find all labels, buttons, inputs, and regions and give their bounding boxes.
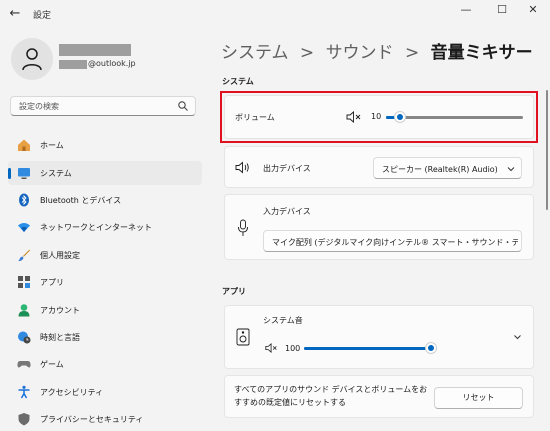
bluetooth-icon: [19, 193, 29, 207]
input-device-value: マイク配列 (デジタルマイク向けインテル® スマート・サウンド・テクノロジー): [272, 238, 518, 247]
nav-label: 個人用設定: [40, 251, 80, 260]
slider-thumb[interactable]: [425, 342, 437, 354]
avatar[interactable]: [11, 38, 53, 80]
selection-indicator: [8, 168, 11, 179]
nav-label: アカウント: [40, 306, 80, 315]
reset-description: すべてのアプリのサウンド デバイスとボリュームをおすすめの既定値にリセットする: [234, 385, 428, 407]
nav-item-privacy[interactable]: プライバシーとセキュリティ: [8, 407, 202, 431]
breadcrumb-system[interactable]: システム: [221, 43, 289, 63]
nav-item-time-language[interactable]: 時刻と言語: [8, 325, 202, 349]
apps-icon: [18, 276, 30, 288]
breadcrumb-sound[interactable]: サウンド: [326, 43, 394, 63]
shield-icon: [18, 413, 30, 426]
output-device-dropdown[interactable]: スピーカー (Realtek(R) Audio): [373, 157, 522, 179]
user-email: @outlook.jp: [88, 59, 136, 68]
nav-item-accounts[interactable]: アカウント: [8, 298, 202, 322]
breadcrumb: システム > サウンド > 音量ミキサー: [221, 38, 533, 63]
chevron-down-icon[interactable]: [513, 334, 522, 340]
search-input[interactable]: 設定の検索: [10, 96, 196, 116]
nav-label: プライバシーとセキュリティ: [40, 415, 144, 424]
page-title: 音量ミキサー: [430, 43, 533, 63]
nav-label: 時刻と言語: [40, 333, 80, 342]
accessibility-icon: [18, 385, 30, 399]
system-sounds-value: 100: [285, 344, 301, 353]
maximize-button[interactable]: ☐: [485, 0, 519, 20]
slider-fill: [304, 346, 437, 350]
input-device-dropdown[interactable]: マイク配列 (デジタルマイク向けインテル® スマート・サウンド・テクノロジー): [263, 230, 522, 252]
close-button[interactable]: ✕: [516, 0, 550, 20]
reset-card: すべてのアプリのサウンド デバイスとボリュームをおすすめの既定値にリセットする …: [224, 375, 534, 418]
window-title: 設定: [33, 11, 52, 21]
speaker-mute-icon[interactable]: [265, 343, 278, 353]
reset-button[interactable]: リセット: [434, 387, 523, 409]
nav-item-home[interactable]: ホーム: [8, 133, 202, 157]
search-placeholder: 設定の検索: [19, 102, 59, 111]
home-icon: [18, 139, 30, 151]
nav-item-gaming[interactable]: ゲーム: [8, 352, 202, 376]
globe-clock-icon: [18, 331, 31, 344]
system-sounds-slider[interactable]: [304, 342, 437, 354]
gamepad-icon: [17, 361, 31, 368]
system-sounds-card[interactable]: システム音 100: [224, 305, 534, 369]
minimize-button[interactable]: —: [449, 0, 483, 20]
speaker-icon: [235, 161, 249, 174]
redacted-user-name: [59, 44, 131, 56]
microphone-icon: [238, 219, 248, 236]
search-icon: [178, 101, 188, 111]
output-device-value: スピーカー (Realtek(R) Audio): [382, 165, 498, 174]
person-icon: [18, 304, 30, 317]
brush-icon: [18, 249, 30, 262]
wifi-icon: [18, 223, 30, 232]
nav-item-personalization[interactable]: 個人用設定: [8, 243, 202, 267]
nav-label: ネットワークとインターネット: [40, 223, 152, 232]
breadcrumb-separator: >: [404, 43, 420, 63]
system-sounds-label: システム音: [263, 316, 303, 325]
redacted-email-prefix: [59, 60, 87, 69]
nav-label: アクセシビリティ: [40, 388, 104, 397]
section-heading-system: システム: [222, 77, 254, 86]
nav-label: アプリ: [40, 278, 64, 287]
nav-label: ゲーム: [40, 360, 64, 369]
nav-item-accessibility[interactable]: アクセシビリティ: [8, 380, 202, 404]
nav-item-apps[interactable]: アプリ: [8, 270, 202, 294]
chevron-down-icon: [507, 167, 515, 172]
highlight-frame: [220, 91, 538, 143]
nav-item-system[interactable]: システム: [8, 161, 202, 185]
person-icon: [22, 48, 42, 71]
breadcrumb-separator: >: [299, 43, 315, 63]
scrollbar[interactable]: [546, 90, 548, 210]
nav-label: システム: [40, 169, 72, 178]
nav-label: ホーム: [40, 141, 64, 150]
nav-item-bluetooth[interactable]: Bluetooth とデバイス: [8, 188, 202, 212]
back-button[interactable]: ←: [6, 5, 24, 23]
section-heading-apps: アプリ: [222, 287, 246, 296]
nav-item-network[interactable]: ネットワークとインターネット: [8, 215, 202, 239]
nav-label: Bluetooth とデバイス: [40, 196, 122, 205]
input-device-label: 入力デバイス: [263, 207, 311, 216]
output-device-label: 出力デバイス: [263, 164, 311, 173]
input-device-card: 入力デバイス マイク配列 (デジタルマイク向けインテル® スマート・サウンド・テ…: [224, 194, 534, 260]
monitor-icon: [18, 168, 30, 179]
speaker-device-icon: [236, 328, 250, 346]
output-device-card: 出力デバイス スピーカー (Realtek(R) Audio): [224, 146, 534, 188]
